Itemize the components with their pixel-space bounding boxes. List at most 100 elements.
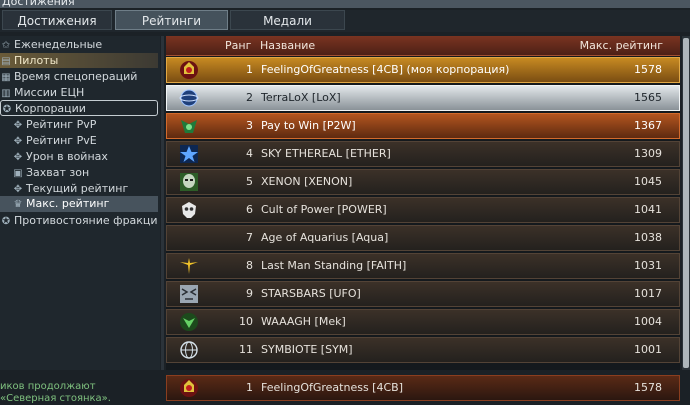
sidebar-item-label: Миссии ЕЦН bbox=[14, 86, 85, 99]
green-demon-emblem-icon bbox=[179, 116, 199, 136]
sidebar-item-spec-ops-time[interactable]: ▦ Время спецопераций bbox=[0, 69, 158, 84]
row-corporation-name: XENON [XENON] bbox=[261, 175, 353, 188]
notification-text: иков продолжают «Северная стоянка». bbox=[0, 381, 160, 405]
row-corporation-name: Age of Aquarius [Aqua] bbox=[261, 231, 389, 244]
row-rank: 7 bbox=[246, 231, 253, 244]
sidebar-item-max-rating[interactable]: ♛ Макс. рейтинг bbox=[0, 196, 158, 212]
tab-bar: Достижения Рейтинги Медали bbox=[0, 10, 690, 32]
header-max-rating[interactable]: Макс. рейтинг bbox=[580, 36, 663, 55]
row-max-rating: 1565 bbox=[634, 91, 662, 104]
sidebar-item-missions[interactable]: ▥ Миссии ЕЦН bbox=[0, 85, 158, 100]
table-row[interactable]: 10 WAAAGH [Mek] 1004 bbox=[166, 309, 680, 335]
row-corporation-name: FeelingOfGreatness [4CB] (моя корпорация… bbox=[261, 63, 510, 76]
time-icon: ▦ bbox=[1, 72, 11, 83]
table-row[interactable]: 1 FeelingOfGreatness [4CB] (моя корпораци… bbox=[166, 57, 680, 83]
factions-icon: ✪ bbox=[1, 216, 11, 227]
alien-emblem-icon bbox=[179, 172, 199, 192]
row-rank: 5 bbox=[246, 175, 253, 188]
tab-ratings[interactable]: Рейтинги bbox=[115, 10, 228, 30]
table-row[interactable]: 3 Pay to Win [P2W] 1367 bbox=[166, 113, 680, 139]
pve-icon: ✥ bbox=[13, 136, 23, 147]
sidebar-item-pvp-rating[interactable]: ✥ Рейтинг PvP bbox=[0, 117, 158, 132]
sidebar-item-zone-capture[interactable]: ▣ Захват зон bbox=[0, 165, 158, 180]
sidebar-item-current-rating[interactable]: ✥ Текущий рейтинг bbox=[0, 181, 158, 196]
table-row[interactable]: 4 SKY ETHEREAL [ETHER] 1309 bbox=[166, 141, 680, 167]
ranking-table: Ранг Название Макс. рейтинг 1 FeelingOfGr… bbox=[166, 36, 680, 370]
table-row[interactable]: 2 TerraLoX [LoX] 1565 bbox=[166, 85, 680, 111]
row-rank: 1 bbox=[246, 63, 253, 76]
window-titlebar: Достижения bbox=[0, 0, 690, 8]
row-rank: 11 bbox=[239, 343, 253, 356]
table-row[interactable]: 8 Last Man Standing [FAITH] 1031 bbox=[166, 253, 680, 279]
notification-line-1: иков продолжают bbox=[0, 381, 96, 392]
sidebar-item-label: Рейтинг PvE bbox=[26, 134, 97, 147]
header-name[interactable]: Название bbox=[260, 36, 315, 55]
tab-achievements[interactable]: Достижения bbox=[2, 10, 112, 30]
row-rank: 8 bbox=[246, 259, 253, 272]
row-corporation-name: SKY ETHEREAL [ETHER] bbox=[261, 147, 391, 160]
sidebar-item-label: Пилоты bbox=[14, 54, 59, 67]
own-row-corporation-name: FeelingOfGreatness [4CB] bbox=[261, 381, 403, 394]
sidebar-item-faction-confrontation[interactable]: ✪ Противостояние фракций bbox=[0, 213, 158, 228]
row-rank: 10 bbox=[239, 315, 253, 328]
table-row[interactable]: 5 XENON [XENON] 1045 bbox=[166, 169, 680, 195]
sidebar-item-pve-rating[interactable]: ✥ Рейтинг PvE bbox=[0, 133, 158, 148]
planet-emblem-icon bbox=[179, 88, 199, 108]
sidebar-item-label: Противостояние фракций bbox=[14, 214, 158, 227]
corporation-icon: ✪ bbox=[2, 104, 12, 115]
row-corporation-name: Last Man Standing [FAITH] bbox=[261, 259, 407, 272]
row-max-rating: 1041 bbox=[634, 203, 662, 216]
sidebar-item-label: Макс. рейтинг bbox=[26, 197, 110, 210]
pvp-icon: ✥ bbox=[13, 120, 23, 131]
row-max-rating: 1031 bbox=[634, 259, 662, 272]
sidebar-item-war-damage[interactable]: ✥ Урон в войнах bbox=[0, 149, 158, 164]
row-max-rating: 1038 bbox=[634, 231, 662, 244]
row-max-rating: 1001 bbox=[634, 343, 662, 356]
row-corporation-name: SYMBIOTE [SYM] bbox=[261, 343, 353, 356]
damage-icon: ✥ bbox=[13, 152, 23, 163]
sidebar-item-weekly[interactable]: ✩ Еженедельные bbox=[0, 37, 158, 52]
row-max-rating: 1367 bbox=[634, 119, 662, 132]
own-corporation-row-container: 1 FeelingOfGreatness [4CB] 1578 bbox=[166, 375, 680, 401]
row-rank: 6 bbox=[246, 203, 253, 216]
white-skull-emblem-icon bbox=[179, 200, 199, 220]
row-corporation-name: Cult of Power [POWER] bbox=[261, 203, 387, 216]
row-max-rating: 1004 bbox=[634, 315, 662, 328]
globe-emblem-icon bbox=[179, 340, 199, 360]
row-corporation-name: Pay to Win [P2W] bbox=[261, 119, 356, 132]
row-max-rating: 1309 bbox=[634, 147, 662, 160]
pilot-icon: ▤ bbox=[1, 56, 11, 67]
star-icon: ✩ bbox=[1, 40, 11, 51]
sidebar-item-corporations[interactable]: ✪ Корпорации bbox=[0, 100, 158, 116]
sidebar-scrollbar[interactable] bbox=[161, 36, 164, 370]
own-corporation-row[interactable]: 1 FeelingOfGreatness [4CB] 1578 bbox=[166, 375, 680, 401]
own-row-rank: 1 bbox=[246, 381, 253, 394]
row-corporation-name: WAAAGH [Mek] bbox=[261, 315, 346, 328]
row-max-rating: 1017 bbox=[634, 287, 662, 300]
row-rank: 4 bbox=[246, 147, 253, 160]
table-scrollbar-thumb[interactable] bbox=[683, 38, 689, 368]
crimson-skull-emblem-icon bbox=[179, 378, 199, 398]
table-row[interactable]: 6 Cult of Power [POWER] 1041 bbox=[166, 197, 680, 223]
header-rank[interactable]: Ранг bbox=[225, 36, 251, 55]
max-rating-icon: ♛ bbox=[13, 199, 23, 210]
table-row[interactable]: 7 Age of Aquarius [Aqua] 1038 bbox=[166, 225, 680, 251]
table-row[interactable]: 11 SYMBIOTE [SYM] 1001 bbox=[166, 337, 680, 363]
green-orc-emblem-icon bbox=[179, 312, 199, 332]
sidebar-item-label: Текущий рейтинг bbox=[26, 182, 129, 195]
sidebar-item-label: Время спецопераций bbox=[14, 70, 138, 83]
own-row-max-rating: 1578 bbox=[634, 381, 662, 394]
empty-emblem bbox=[179, 228, 199, 248]
row-corporation-name: TerraLoX [LoX] bbox=[261, 91, 341, 104]
sidebar-item-label: Захват зон bbox=[26, 166, 90, 179]
sidebar-item-label: Рейтинг PvP bbox=[26, 118, 97, 131]
tiger-emblem-icon bbox=[179, 284, 199, 304]
sidebar-item-pilots[interactable]: ▤ Пилоты bbox=[0, 53, 158, 68]
current-rating-icon: ✥ bbox=[13, 184, 23, 195]
blue-star-emblem-icon bbox=[179, 144, 199, 164]
tab-medals[interactable]: Медали bbox=[230, 10, 345, 30]
table-row[interactable]: 9 STARSBARS [UFO] 1017 bbox=[166, 281, 680, 307]
crimson-skull-emblem-icon bbox=[179, 60, 199, 80]
row-rank: 3 bbox=[246, 119, 253, 132]
winged-emblem-icon bbox=[179, 256, 199, 276]
